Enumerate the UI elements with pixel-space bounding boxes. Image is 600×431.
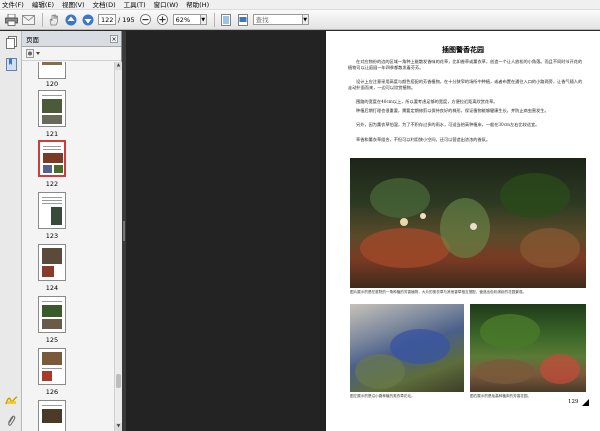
document-page: 插图警香花园 在对应物份的边的区域一角种上能散发香味的花草，比如香草或薰衣草，创… <box>326 31 600 431</box>
splitter-grip[interactable] <box>123 221 125 241</box>
zoom-dropdown-button[interactable]: ▼ <box>200 14 207 25</box>
article-paragraph: 种植后期打理也很重要，需要定期修剪以保持良好的株形，保证植物能够健康生长，并防止… <box>356 108 549 113</box>
page-thumbnail-selected[interactable] <box>38 140 66 177</box>
fit-page-icon <box>220 13 231 26</box>
pages-panel: 页面 × 120 121 122 123 124 125 126 ▲ ▼ <box>22 31 122 431</box>
scrollbar-thumb[interactable] <box>116 374 121 388</box>
pages-panel-header: 页面 × <box>22 31 121 47</box>
zoom-out-icon <box>140 14 152 25</box>
thumbnail-label: 124 <box>45 284 59 292</box>
menu-file[interactable]: 文件(F) <box>2 0 24 10</box>
thumbnail-scrollbar[interactable]: ▲ ▼ <box>114 62 122 431</box>
close-panel-button[interactable]: × <box>110 34 118 43</box>
thumbnail-label: 120 <box>45 80 59 88</box>
attachments-nav-button[interactable] <box>4 413 18 427</box>
pages-icon <box>5 35 17 49</box>
thumbnail-label: 122 <box>45 180 59 188</box>
paperclip-icon <box>8 415 16 426</box>
toolbar-separator <box>42 12 43 27</box>
print-button[interactable] <box>4 13 18 27</box>
signatures-nav-button[interactable] <box>4 393 18 407</box>
page-thumbnail[interactable] <box>38 244 66 281</box>
page-thumbnail[interactable] <box>38 62 66 79</box>
menu-window[interactable]: 窗口(W) <box>154 0 179 10</box>
toolbar: / 195 ▼ ▼ <box>0 10 600 30</box>
pages-panel-title: 页面 <box>26 35 39 44</box>
bookmark-icon <box>5 57 17 71</box>
email-button[interactable] <box>21 13 35 27</box>
page-corner-mark <box>582 399 589 406</box>
envelope-icon <box>21 14 35 25</box>
printer-icon <box>4 13 18 26</box>
find-input[interactable] <box>252 14 303 25</box>
hand-tool-button[interactable] <box>47 13 61 27</box>
hand-icon <box>49 14 58 25</box>
toolbar-separator <box>213 12 215 27</box>
bookmarks-nav-button[interactable] <box>4 57 18 71</box>
fit-page-button[interactable] <box>219 13 233 27</box>
thumbnail-label: 125 <box>45 336 59 344</box>
page-thumbnail[interactable] <box>38 296 66 333</box>
arrow-down-icon <box>82 14 94 25</box>
fit-width-icon <box>237 13 248 26</box>
page-number: 129 <box>568 399 579 405</box>
menu-tools[interactable]: 工具(T) <box>124 0 146 10</box>
article-paragraph: 设计上应注意采用高度与颜色搭配的芳香植物，在十分狭窄的场所中种植，或者布置在通往… <box>348 79 583 91</box>
article-paragraph: 草香和薰衣草组合，不但可以利用狭小空间，还可以营造出浓浓的香氛。 <box>356 137 491 142</box>
menu-view[interactable]: 视图(V) <box>62 0 85 10</box>
arrow-up-icon <box>65 14 77 25</box>
thumbnail-label: 121 <box>45 130 59 138</box>
article-paragraph: 在对应物份的边的区域一角种上能散发香味的花草，比如香草或薰衣草，创造一个让人放松… <box>348 59 583 71</box>
pages-panel-options <box>22 47 121 61</box>
scroll-up-button[interactable]: ▲ <box>115 62 122 70</box>
page-total: / 195 <box>118 15 135 24</box>
next-page-button[interactable] <box>81 13 95 27</box>
page-thumbnail[interactable] <box>38 90 66 127</box>
zoom-in-button[interactable] <box>156 13 170 27</box>
find-dropdown-button[interactable]: ▼ <box>302 14 309 25</box>
photo-caption-left: 图左展示的是沿小路种植的薰衣草花坛。 <box>350 394 415 398</box>
zoom-in-icon <box>157 14 169 25</box>
menu-edit[interactable]: 编辑(E) <box>32 0 54 10</box>
chevron-down-icon: ▼ <box>303 16 308 23</box>
document-area: 插图警香花园 在对应物份的边的区域一角种上能散发香味的花草，比如香草或薰衣草，创… <box>126 31 600 431</box>
thumbnail-label: 126 <box>45 388 59 396</box>
signature-icon <box>4 395 17 404</box>
navigation-strip <box>0 31 22 431</box>
page-thumbnail[interactable] <box>38 400 66 431</box>
thumbnail-label: 123 <box>45 232 59 240</box>
garden-photo-left <box>350 304 464 392</box>
page-number-input[interactable] <box>98 14 116 25</box>
zoom-out-button[interactable] <box>139 13 153 27</box>
page-thumbnail[interactable] <box>38 192 66 229</box>
options-icon[interactable] <box>26 49 42 58</box>
photo-caption-main: 图片展示的是在庭院的一角种植的芳香植物，大片的薰衣草与其他香草相互搭配，营造出色… <box>350 290 527 294</box>
chevron-down-icon: ▼ <box>201 16 206 23</box>
garden-photo-right <box>470 304 586 392</box>
photo-caption-right: 图右展示的是抬高种植床的芳香花园。 <box>470 394 532 398</box>
garden-photo-main <box>350 158 586 288</box>
previous-page-button[interactable] <box>64 13 78 27</box>
menu-bar: 文件(F) 编辑(E) 视图(V) 文档(D) 工具(T) 窗口(W) 帮助(H… <box>0 0 600 10</box>
menu-help[interactable]: 帮助(H) <box>186 0 209 10</box>
menu-document[interactable]: 文档(D) <box>93 0 116 10</box>
thumbnail-list: 120 121 122 123 124 125 126 <box>22 62 114 431</box>
article-title: 插图警香花园 <box>442 45 484 54</box>
fit-width-button[interactable] <box>236 13 250 27</box>
page-thumbnail[interactable] <box>38 348 66 385</box>
zoom-input[interactable] <box>172 14 201 25</box>
scroll-down-button[interactable]: ▼ <box>115 423 122 431</box>
pages-nav-button[interactable] <box>4 35 18 49</box>
article-paragraph: 另外，因为薰衣草怕湿，为了不积存过多的雨水，可适当抬高种植床，一般在30cm左右… <box>356 122 540 127</box>
article-paragraph: 围路的宽度在40cm以上，所以要考虑足够的宽度，方便拉近距离欣赏花草。 <box>356 99 498 104</box>
